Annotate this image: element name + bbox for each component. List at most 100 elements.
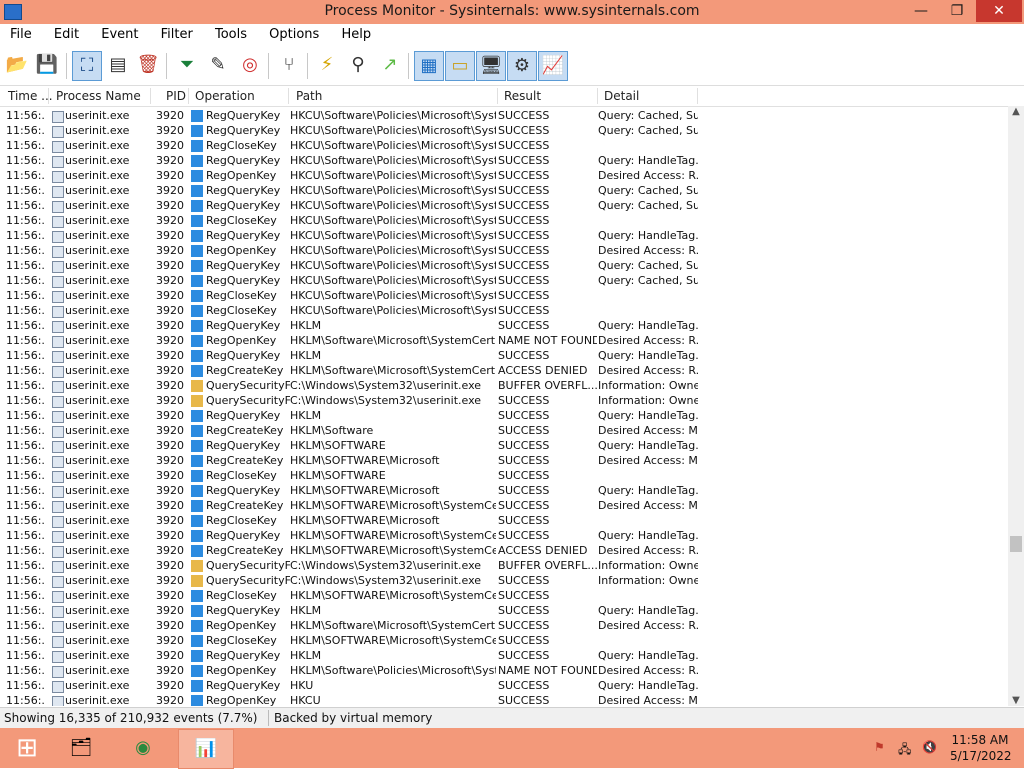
clock[interactable]: 11:58 AM 5/17/2022 <box>950 732 1012 764</box>
table-row[interactable]: 11:56:... userinit.exe 3920 RegQueryKey HKU S… <box>0 678 1008 693</box>
table-row[interactable]: 11:56:... userinit.exe 3920 RegCreateKey HKL… <box>0 453 1008 468</box>
table-row[interactable]: 11:56:... userinit.exe 3920 QuerySecurityFi… <box>0 393 1008 408</box>
table-row[interactable]: 11:56:... userinit.exe 3920 RegCreateKey HKL… <box>0 363 1008 378</box>
table-row[interactable]: 11:56:... userinit.exe 3920 RegQueryKey HKLM… <box>0 528 1008 543</box>
table-row[interactable]: 11:56:... userinit.exe 3920 RegCloseKey HKCU… <box>0 303 1008 318</box>
process-name: userinit.exe <box>65 139 130 152</box>
chrome-icon[interactable]: ◉ <box>116 729 170 767</box>
table-row[interactable]: 11:56:... userinit.exe 3920 RegCloseKey HKLM… <box>0 513 1008 528</box>
capture-icon[interactable]: ⛶ <box>72 51 102 81</box>
result: SUCCESS <box>498 199 550 212</box>
table-row[interactable]: 11:56:... userinit.exe 3920 RegQueryKey HKCU… <box>0 198 1008 213</box>
menu-edit[interactable]: Edit <box>44 24 87 42</box>
table-row[interactable]: 11:56:... userinit.exe 3920 RegQueryKey HKLM… <box>0 648 1008 663</box>
volume-muted-icon[interactable]: 🔇 <box>922 740 937 754</box>
table-row[interactable]: 11:56:... userinit.exe 3920 RegQueryKey HKCU… <box>0 228 1008 243</box>
process-icon <box>52 651 64 663</box>
table-row[interactable]: 11:56:... userinit.exe 3920 QuerySecurityFi… <box>0 378 1008 393</box>
table-row[interactable]: 11:56:... userinit.exe 3920 RegQueryKey HKLM… <box>0 603 1008 618</box>
table-row[interactable]: 11:56:... userinit.exe 3920 RegQueryKey HKLM… <box>0 318 1008 333</box>
process-activity-icon[interactable]: ⚙ <box>507 51 537 81</box>
table-row[interactable]: 11:56:... userinit.exe 3920 RegCloseKey HKCU… <box>0 213 1008 228</box>
process-name: userinit.exe <box>65 169 130 182</box>
network-tray-icon[interactable]: 🖧 <box>898 740 911 761</box>
operation: RegCreateKey <box>206 499 284 512</box>
table-row[interactable]: 11:56:... userinit.exe 3920 RegCloseKey HKLM… <box>0 468 1008 483</box>
table-row[interactable]: 11:56:... userinit.exe 3920 RegOpenKey HKLM\… <box>0 333 1008 348</box>
close-button[interactable]: ✕ <box>976 0 1022 22</box>
table-row[interactable]: 11:56:... userinit.exe 3920 RegCreateKey HKL… <box>0 498 1008 513</box>
action-center-flag-icon[interactable]: ⚑ <box>874 740 885 754</box>
registry-activity-icon[interactable]: ▦ <box>414 51 444 81</box>
table-row[interactable]: 11:56:... userinit.exe 3920 RegQueryKey HKCU… <box>0 258 1008 273</box>
table-row[interactable]: 11:56:... userinit.exe 3920 RegCreateKey HKL… <box>0 423 1008 438</box>
save-icon[interactable]: 💾 <box>33 51 61 79</box>
scroll-down-icon[interactable]: ▼ <box>1008 695 1024 706</box>
file-explorer-icon[interactable]: 🗂 <box>54 729 108 767</box>
table-row[interactable]: 11:56:... userinit.exe 3920 RegOpenKey HKCU\… <box>0 243 1008 258</box>
process-monitor-icon[interactable]: 📊 <box>178 729 234 769</box>
table-row[interactable]: 11:56:... userinit.exe 3920 RegCreateKey HKL… <box>0 543 1008 558</box>
process-id: 3920 <box>156 679 184 692</box>
column-result[interactable]: Result <box>504 89 541 103</box>
menu-file[interactable]: File <box>0 24 40 42</box>
table-row[interactable]: 11:56:... userinit.exe 3920 RegQueryKey HKLM… <box>0 348 1008 363</box>
minimize-button[interactable]: — <box>904 0 938 22</box>
vertical-scrollbar[interactable]: ▲ ▼ <box>1008 106 1024 706</box>
start-icon[interactable]: ⊞ <box>0 729 54 767</box>
table-row[interactable]: 11:56:... userinit.exe 3920 RegOpenKey HKCU S… <box>0 693 1008 706</box>
open-folder-icon[interactable]: 📂 <box>3 51 31 79</box>
autoscroll-icon[interactable]: ▤ <box>104 51 132 79</box>
table-row[interactable]: 11:56:... userinit.exe 3920 QuerySecurityFi… <box>0 558 1008 573</box>
filesystem-activity-icon[interactable]: ▭ <box>445 51 475 81</box>
column-time[interactable]: Time ... <box>8 89 53 103</box>
column-process-name[interactable]: Process Name <box>56 89 141 103</box>
menu-tools[interactable]: Tools <box>205 24 255 42</box>
table-row[interactable]: 11:56:... userinit.exe 3920 RegCloseKey HKCU… <box>0 288 1008 303</box>
menu-event[interactable]: Event <box>91 24 146 42</box>
event-time: 11:56:... <box>6 124 46 137</box>
table-row[interactable]: 11:56:... userinit.exe 3920 RegOpenKey HKLM\… <box>0 618 1008 633</box>
event-time: 11:56:... <box>6 109 46 122</box>
table-row[interactable]: 11:56:... userinit.exe 3920 RegQueryKey HKLM… <box>0 408 1008 423</box>
table-row[interactable]: 11:56:... userinit.exe 3920 RegQueryKey HKLM… <box>0 438 1008 453</box>
detail: Information: Owner <box>598 574 698 587</box>
table-row[interactable]: 11:56:... userinit.exe 3920 RegOpenKey HKLM\… <box>0 663 1008 678</box>
profiling-activity-icon[interactable]: 📈 <box>538 51 568 81</box>
column-operation[interactable]: Operation <box>195 89 255 103</box>
table-row[interactable]: 11:56:... userinit.exe 3920 RegOpenKey HKCU\… <box>0 168 1008 183</box>
table-row[interactable]: 11:56:... userinit.exe 3920 RegCloseKey HKLM… <box>0 633 1008 648</box>
find-icon[interactable]: ⚲ <box>344 51 372 79</box>
table-row[interactable]: 11:56:... userinit.exe 3920 RegQueryKey HKCU… <box>0 183 1008 198</box>
process-id: 3920 <box>156 244 184 257</box>
clear-icon[interactable]: 🗑 <box>134 51 162 79</box>
result: SUCCESS <box>498 154 550 167</box>
operation: RegOpenKey <box>206 619 277 632</box>
lightning-icon[interactable]: ⚡ <box>313 51 341 79</box>
column-pid[interactable]: PID <box>166 89 186 103</box>
target-icon[interactable]: ◎ <box>236 51 264 79</box>
scroll-up-icon[interactable]: ▲ <box>1008 106 1024 117</box>
table-row[interactable]: 11:56:... userinit.exe 3920 RegCloseKey HKLM… <box>0 588 1008 603</box>
table-row[interactable]: 11:56:... userinit.exe 3920 RegQueryKey HKCU… <box>0 123 1008 138</box>
column-detail[interactable]: Detail <box>604 89 639 103</box>
table-row[interactable]: 11:56:... userinit.exe 3920 RegQueryKey HKLM… <box>0 483 1008 498</box>
table-row[interactable]: 11:56:... userinit.exe 3920 RegQueryKey HKCU… <box>0 153 1008 168</box>
menu-filter[interactable]: Filter <box>151 24 201 42</box>
menu-help[interactable]: Help <box>331 24 379 42</box>
jump-icon[interactable]: ↗ <box>376 51 404 79</box>
filter-icon[interactable]: ⏷ <box>173 51 201 79</box>
table-row[interactable]: 11:56:... userinit.exe 3920 RegQueryKey HKCU… <box>0 108 1008 123</box>
event-list[interactable]: 11:56:... userinit.exe 3920 RegQueryKey HKCU… <box>0 108 1008 706</box>
maximize-button[interactable]: ❐ <box>940 0 974 22</box>
column-path[interactable]: Path <box>296 89 322 103</box>
edit-filter-icon[interactable]: ✎ <box>204 51 232 79</box>
table-row[interactable]: 11:56:... userinit.exe 3920 QuerySecurityFi… <box>0 573 1008 588</box>
scroll-thumb[interactable] <box>1010 536 1022 552</box>
table-row[interactable]: 11:56:... userinit.exe 3920 RegCloseKey HKCU… <box>0 138 1008 153</box>
table-row[interactable]: 11:56:... userinit.exe 3920 RegQueryKey HKCU… <box>0 273 1008 288</box>
network-activity-icon[interactable]: 🖥 <box>476 51 506 81</box>
clock-date: 5/17/2022 <box>950 749 1012 763</box>
process-tree-icon[interactable]: ⑂ <box>275 51 303 79</box>
menu-options[interactable]: Options <box>259 24 327 42</box>
